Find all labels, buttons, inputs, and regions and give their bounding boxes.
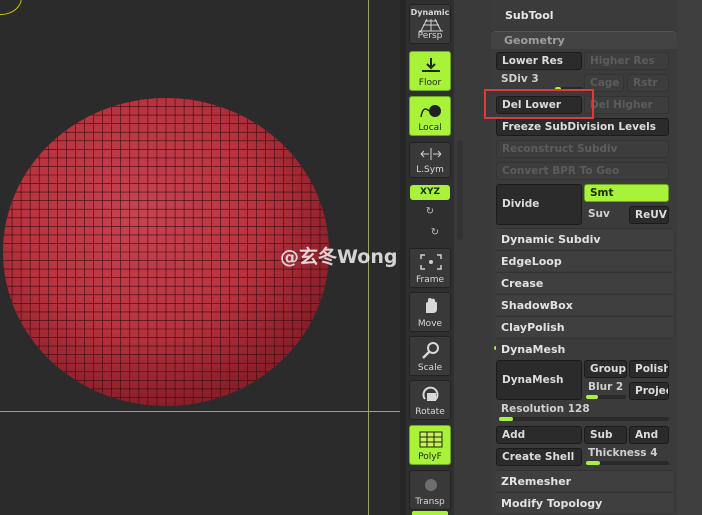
thickness-slider-fill xyxy=(586,461,601,465)
modify-topology-section[interactable]: Modify Topology xyxy=(496,492,673,513)
dynamesh-button[interactable]: DynaMesh xyxy=(496,360,582,400)
floor-label: Floor xyxy=(418,78,442,88)
xyz-toggle[interactable]: XYZ xyxy=(410,185,450,200)
floor-button[interactable]: Floor xyxy=(409,51,451,91)
groups-toggle[interactable]: Groups xyxy=(584,360,627,378)
tray-gap xyxy=(454,0,492,515)
annotation-highlight-box xyxy=(484,89,594,119)
edgeloop-section[interactable]: EdgeLoop xyxy=(496,250,673,271)
resolution-slider-fill xyxy=(499,417,513,421)
scale-label: Scale xyxy=(417,363,443,373)
scale-magnifier-icon xyxy=(422,342,439,359)
move-button[interactable]: Move xyxy=(409,292,451,332)
smt-toggle[interactable]: Smt xyxy=(584,184,669,202)
rotate-y-icon[interactable]: ↻ xyxy=(422,206,438,220)
lsym-label: L.Sym xyxy=(416,165,444,175)
crease-section[interactable]: Crease xyxy=(496,272,673,293)
del-higher-button[interactable]: Del Higher xyxy=(584,96,669,114)
resolution-slider[interactable] xyxy=(499,417,669,421)
watermark-text: @玄冬Wong xyxy=(280,246,398,268)
rotate-z-icon[interactable]: ↻ xyxy=(427,227,443,241)
lsym-icon xyxy=(420,148,442,160)
rstr-button[interactable]: Rstr xyxy=(627,74,669,92)
rotate-icon xyxy=(422,386,439,401)
persp-label: Persp xyxy=(417,31,443,41)
resolution-label: Resolution 128 xyxy=(501,403,590,415)
shadowbox-section[interactable]: ShadowBox xyxy=(496,294,673,315)
transp-button[interactable]: Transp xyxy=(409,470,451,510)
divide-button[interactable]: Divide xyxy=(496,184,582,225)
perspective-grid-icon xyxy=(419,18,443,32)
add-button[interactable]: Add xyxy=(496,426,582,444)
dynamesh-section[interactable]: DynaMesh xyxy=(496,338,673,359)
lsym-button[interactable]: L.Sym xyxy=(409,142,451,178)
reconstruct-subdiv-button[interactable]: Reconstruct Subdiv xyxy=(496,140,669,158)
tray-handle[interactable] xyxy=(457,140,463,240)
scale-button[interactable]: Scale xyxy=(409,336,451,376)
frame-button[interactable]: Frame xyxy=(409,248,451,288)
transp-label: Transp xyxy=(415,497,445,507)
lower-res-button[interactable]: Lower Res xyxy=(496,52,582,70)
rotate-button[interactable]: Rotate xyxy=(409,380,451,420)
right-shelf: Dynamic Persp Floor Local L.Sym XYZ ↻ ↻ … xyxy=(406,0,455,515)
sdiv-label: SDiv 3 xyxy=(501,73,539,85)
polyf-label: PolyF xyxy=(418,452,442,462)
subtool-header[interactable]: SubTool xyxy=(505,9,554,22)
convert-bpr-button[interactable]: Convert BPR To Geo xyxy=(496,162,669,180)
local-icon xyxy=(420,105,441,118)
blur-slider-fill xyxy=(586,395,598,399)
move-hand-icon xyxy=(426,298,437,313)
project-toggle[interactable]: Projec xyxy=(629,382,669,400)
gizmo-corner xyxy=(0,0,22,15)
move-label: Move xyxy=(417,319,443,329)
next-button-edge xyxy=(412,511,448,515)
floor-icon xyxy=(422,58,440,72)
geometry-header[interactable]: Geometry xyxy=(491,31,677,49)
freeze-subdivision-button[interactable]: Freeze SubDivision Levels xyxy=(496,118,669,136)
thickness-label: Thickness 4 xyxy=(588,447,658,459)
blur-label: Blur 2 xyxy=(588,381,624,393)
polish-toggle[interactable]: Polish xyxy=(629,360,669,378)
tool-palette: SubTool Geometry Lower Res Higher Res SD… xyxy=(491,0,677,515)
sub-button[interactable]: Sub xyxy=(584,426,627,444)
suv-toggle[interactable]: Suv xyxy=(588,208,610,220)
claypolish-section[interactable]: ClayPolish xyxy=(496,316,673,337)
local-label: Local xyxy=(418,123,442,133)
grid-axis-horizontal xyxy=(0,411,400,412)
and-button[interactable]: And xyxy=(629,426,669,444)
frame-label: Frame xyxy=(415,275,445,285)
thickness-slider[interactable] xyxy=(586,461,669,465)
reuv-button[interactable]: ReUV xyxy=(629,206,669,224)
dynamic-label: Dynamic xyxy=(410,8,450,17)
local-button[interactable]: Local xyxy=(409,96,451,136)
panel-scroll-rail[interactable] xyxy=(677,0,702,515)
transparency-icon xyxy=(425,479,437,491)
polyframe-grid-icon xyxy=(419,431,443,448)
frame-icon xyxy=(420,254,442,270)
blur-slider[interactable] xyxy=(586,395,626,399)
higher-res-button[interactable]: Higher Res xyxy=(584,52,669,70)
rotate-label: Rotate xyxy=(415,407,445,417)
persp-button[interactable]: Dynamic Persp xyxy=(409,4,451,44)
zremesher-section[interactable]: ZRemesher xyxy=(496,470,673,491)
polyf-button[interactable]: PolyF xyxy=(409,425,451,465)
dynamic-subdiv-section[interactable]: Dynamic Subdiv xyxy=(496,228,673,249)
create-shell-button[interactable]: Create Shell xyxy=(496,448,582,466)
